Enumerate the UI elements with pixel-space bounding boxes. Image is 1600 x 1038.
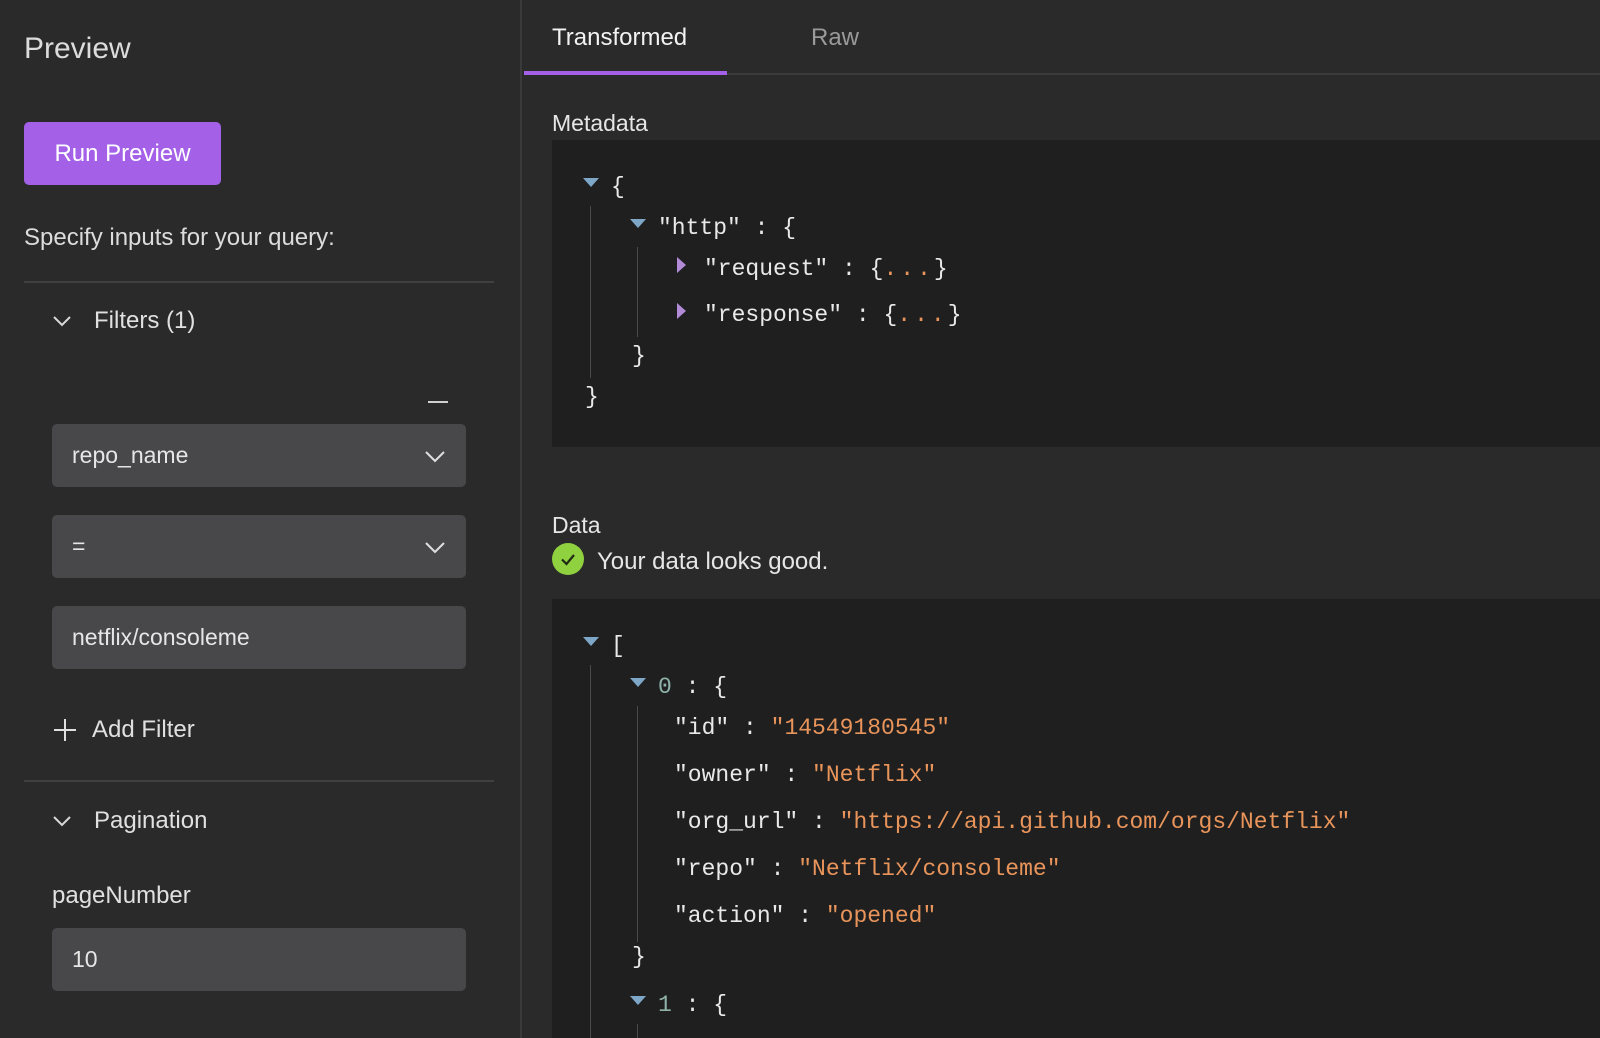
json-string-value: "https://api.github.com/orgs/Netflix" — [839, 809, 1351, 835]
pagination-header: Pagination — [94, 807, 208, 834]
json-field-action: "action" : "opened" — [674, 903, 936, 929]
json-field-id: "id" : "14549180545" — [674, 715, 950, 741]
json-close-brace: } — [933, 256, 948, 282]
json-open-brace: { — [782, 215, 797, 241]
filter-value-input[interactable]: netflix/consoleme — [52, 606, 466, 669]
json-string-value: "Netflix" — [812, 762, 937, 788]
caret-down-icon[interactable] — [583, 637, 599, 646]
json-separator: : — [671, 992, 714, 1018]
json-separator: : — [671, 674, 714, 700]
json-string-value: "14549180545" — [770, 715, 951, 741]
specify-inputs-text: Specify inputs for your query: — [24, 224, 335, 251]
check-circle-icon — [552, 543, 584, 575]
filter-field-select[interactable]: repo_name — [52, 424, 466, 487]
json-guide-line — [590, 665, 591, 1038]
filter-field-value: repo_name — [72, 442, 189, 468]
caret-down-icon[interactable] — [630, 219, 646, 228]
caret-right-icon[interactable] — [677, 257, 686, 273]
json-request-line: "request" : {...} — [704, 256, 948, 282]
divider — [24, 780, 494, 782]
collapsed-dots[interactable]: ... — [897, 302, 947, 328]
data-status-text: Your data looks good. — [597, 548, 829, 575]
metadata-label: Metadata — [552, 110, 648, 136]
json-key: "org_url" — [674, 809, 799, 835]
filter-value-text: netflix/consoleme — [72, 624, 250, 650]
metadata-json-viewer: { "http" : { "request" : {...} "response… — [552, 140, 1600, 447]
preview-panel: Preview Run Preview Specify inputs for y… — [0, 0, 522, 1038]
json-close-brace: } — [947, 302, 962, 328]
panel-title: Preview — [24, 32, 131, 65]
run-preview-button[interactable]: Run Preview — [24, 122, 221, 185]
json-field-repo: "repo" : "Netflix/consoleme" — [674, 856, 1061, 882]
json-guide-line — [637, 706, 638, 942]
json-guide-line — [637, 247, 638, 337]
data-label: Data — [552, 512, 601, 538]
divider — [24, 281, 494, 283]
json-http-close: } — [632, 343, 646, 369]
caret-down-icon[interactable] — [583, 178, 599, 187]
active-tab-indicator — [524, 71, 727, 75]
pagination-section-toggle[interactable]: Pagination — [52, 807, 207, 835]
json-guide-line — [590, 206, 591, 378]
json-item-0-close: } — [632, 944, 646, 970]
json-key: "owner" — [674, 762, 771, 788]
minus-icon[interactable] — [428, 391, 448, 407]
json-separator: : — [798, 809, 840, 835]
json-separator: : — [756, 856, 799, 882]
json-key: "response" — [704, 302, 843, 328]
filter-operator-select[interactable]: = — [52, 515, 466, 578]
json-index: 1 — [658, 992, 672, 1018]
json-open-brace: { — [883, 302, 898, 328]
collapsed-dots[interactable]: ... — [883, 256, 933, 282]
chevron-down-icon — [424, 445, 446, 467]
json-separator: : — [784, 903, 826, 929]
json-root-close: } — [585, 384, 599, 410]
json-open-brace: { — [713, 674, 728, 700]
filters-section-toggle[interactable]: Filters (1) — [52, 307, 195, 335]
chevron-down-icon — [52, 311, 72, 331]
add-filter-label: Add Filter — [92, 716, 195, 743]
caret-down-icon[interactable] — [630, 678, 646, 687]
json-open-brace: { — [869, 256, 884, 282]
json-index: 0 — [658, 674, 672, 700]
json-open-brace: { — [713, 992, 728, 1018]
caret-down-icon[interactable] — [630, 996, 646, 1005]
json-array-open: [ — [611, 633, 625, 659]
plus-icon — [54, 719, 76, 741]
json-item-0-line: 0 : { — [658, 674, 727, 700]
json-string-value: "Netflix/consoleme" — [798, 856, 1061, 882]
json-separator: : — [842, 302, 884, 328]
tab-raw[interactable]: Raw — [811, 24, 859, 52]
json-field-owner: "owner" : "Netflix" — [674, 762, 936, 788]
json-separator: : — [828, 256, 870, 282]
json-separator: : — [729, 715, 771, 741]
chevron-down-icon — [52, 811, 72, 831]
tab-transformed[interactable]: Transformed — [552, 24, 687, 52]
page-number-label: pageNumber — [52, 882, 191, 909]
filters-header: Filters (1) — [94, 307, 196, 334]
json-separator: : — [740, 215, 783, 241]
json-field-org-url: "org_url" : "https://api.github.com/orgs… — [674, 809, 1350, 835]
json-guide-line — [637, 1024, 638, 1038]
data-json-viewer: [ 0 : { "id" : "14549180545" "owner" : "… — [552, 599, 1600, 1038]
json-key: "action" — [674, 903, 785, 929]
json-root-open: { — [611, 174, 625, 200]
chevron-down-icon — [424, 536, 446, 558]
page-number-value: 10 — [72, 946, 98, 972]
json-http-line: "http" : { — [658, 215, 796, 241]
json-key: "repo" — [674, 856, 757, 882]
results-panel: Transformed Raw Metadata { "http" : { "r… — [524, 0, 1600, 1038]
json-separator: : — [770, 762, 813, 788]
json-key: "http" — [658, 215, 741, 241]
add-filter-button[interactable]: Add Filter — [54, 716, 195, 744]
json-key: "request" — [704, 256, 829, 282]
tab-bar: Transformed Raw — [524, 0, 1600, 75]
filter-operator-value: = — [72, 533, 86, 559]
json-string-value: "opened" — [825, 903, 937, 929]
json-key: "id" — [674, 715, 730, 741]
json-item-1-line: 1 : { — [658, 992, 727, 1018]
page-number-input[interactable]: 10 — [52, 928, 466, 991]
json-response-line: "response" : {...} — [704, 302, 962, 328]
caret-right-icon[interactable] — [677, 303, 686, 319]
